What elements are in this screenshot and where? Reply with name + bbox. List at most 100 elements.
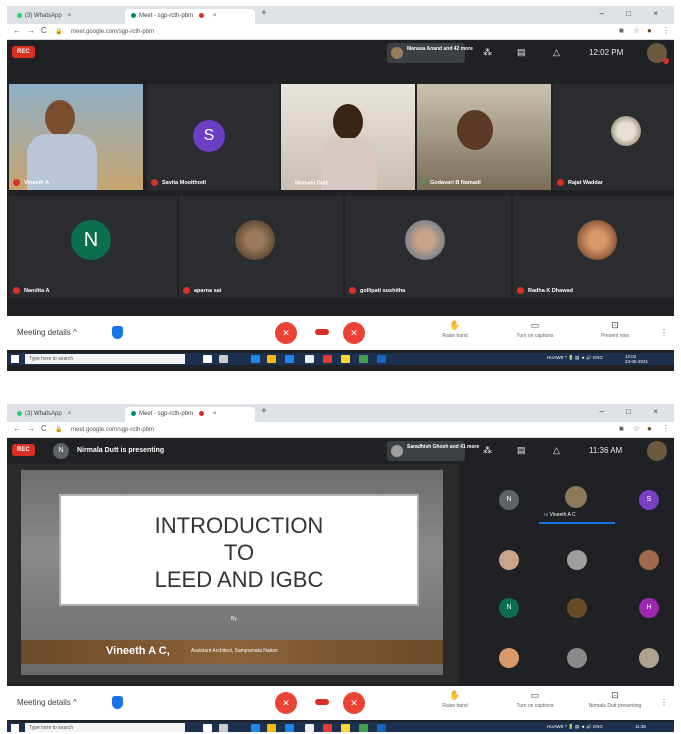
window-controls[interactable]: – □ ×: [600, 9, 668, 18]
avatar[interactable]: [499, 550, 519, 570]
avatar[interactable]: H: [639, 598, 659, 618]
menu-icon[interactable]: ⋮: [662, 424, 670, 433]
participant-tile[interactable]: N Nandita A: [9, 196, 177, 298]
avatar[interactable]: [565, 486, 587, 508]
task-view-icon[interactable]: [219, 355, 228, 363]
system-tray[interactable]: HUAWE ^ 🔋 ▤ ◄ 🔊 ENG: [547, 724, 603, 730]
participant-tile[interactable]: aparna sai: [179, 196, 343, 298]
close-tab-icon[interactable]: ×: [213, 13, 217, 19]
back-icon[interactable]: ←: [13, 424, 21, 433]
chrome-icon[interactable]: [267, 355, 276, 363]
mail-icon[interactable]: [305, 355, 314, 363]
captions-button[interactable]: ▭ Turn on captions: [505, 320, 565, 339]
self-view-avatar[interactable]: [647, 441, 667, 461]
close-tab-icon[interactable]: ×: [68, 411, 72, 417]
profile-avatar[interactable]: ●: [647, 424, 652, 433]
participant-tile[interactable]: ✚ Godavari B Namadi: [417, 84, 551, 190]
close-tab-icon[interactable]: ×: [213, 411, 217, 417]
word-icon[interactable]: [377, 355, 386, 363]
more-options-icon[interactable]: ⋮: [660, 698, 668, 707]
hang-up-button[interactable]: [315, 699, 329, 705]
taskbar-clock[interactable]: 11:36: [635, 724, 646, 729]
cortana-icon[interactable]: [203, 355, 212, 363]
app-icon[interactable]: [359, 355, 368, 363]
taskbar-clock[interactable]: 12:02 23-05-2021: [625, 354, 648, 364]
avatar[interactable]: N: [499, 598, 519, 618]
mic-toggle-button[interactable]: ✕: [275, 322, 297, 344]
meeting-details-button[interactable]: Meeting details ^: [17, 698, 77, 707]
profile-avatar[interactable]: ●: [647, 26, 652, 35]
word-icon[interactable]: [377, 724, 386, 732]
avatar[interactable]: [567, 550, 587, 570]
windows-start-icon[interactable]: [11, 355, 19, 363]
url-input[interactable]: meet.google.com/sgp-rcth-pbm: [67, 26, 567, 38]
mic-toggle-button[interactable]: ✕: [275, 692, 297, 714]
taskbar-search-input[interactable]: Type here to search: [25, 723, 185, 732]
captions-button[interactable]: ▭ Turn on captions: [505, 690, 565, 709]
explorer-icon[interactable]: [341, 724, 350, 732]
mail-icon[interactable]: [305, 724, 314, 732]
present-now-button[interactable]: ⊡ Present now: [585, 320, 645, 339]
avatar[interactable]: N: [499, 490, 519, 510]
host-controls-icon[interactable]: [112, 696, 123, 709]
forward-icon[interactable]: →: [27, 26, 35, 35]
tab-whatsapp[interactable]: (3) WhatsApp ×: [11, 407, 121, 422]
reload-icon[interactable]: C: [41, 424, 47, 433]
avatar[interactable]: [567, 648, 587, 668]
back-icon[interactable]: ←: [13, 26, 21, 35]
meeting-details-button[interactable]: Meeting details ^: [17, 328, 77, 337]
forward-icon[interactable]: →: [27, 424, 35, 433]
chrome-icon[interactable]: [267, 724, 276, 732]
tab-whatsapp[interactable]: (3) WhatsApp ×: [11, 9, 121, 24]
avatar[interactable]: S: [639, 490, 659, 510]
camera-toggle-button[interactable]: ✕: [343, 692, 365, 714]
taskbar-search-input[interactable]: Type here to search: [25, 354, 185, 364]
store-icon[interactable]: [285, 355, 294, 363]
host-controls-icon[interactable]: [112, 326, 123, 339]
system-tray[interactable]: HUAWE ^ 🔋 ▤ ◄ 🔊 ENG: [547, 355, 603, 361]
edge-icon[interactable]: [251, 724, 260, 732]
participant-tile[interactable]: gollipati sushitha: [345, 196, 511, 298]
store-icon[interactable]: [285, 724, 294, 732]
avatar[interactable]: [567, 598, 587, 618]
bookmark-star-icon[interactable]: ☆: [633, 26, 640, 35]
acrobat-icon[interactable]: [323, 724, 332, 732]
app-icon[interactable]: [359, 724, 368, 732]
edge-icon[interactable]: [251, 355, 260, 363]
participant-tile[interactable]: Radha K Dhawad: [513, 196, 674, 298]
url-input[interactable]: meet.google.com/sgp-rcth-pbm: [67, 424, 567, 436]
tab-meet[interactable]: Meet - sgp-rcth-pbm ×: [125, 9, 255, 24]
window-controls[interactable]: – □ ×: [600, 407, 668, 416]
close-tab-icon[interactable]: ×: [68, 13, 72, 19]
camera-icon[interactable]: ■: [619, 26, 624, 35]
chat-icon[interactable]: ▤: [517, 47, 526, 58]
participant-tile[interactable]: Vineeth A: [9, 84, 143, 190]
cortana-icon[interactable]: [203, 724, 212, 732]
raise-hand-button[interactable]: ✋ Raise hand: [425, 690, 485, 709]
explorer-icon[interactable]: [341, 355, 350, 363]
camera-toggle-button[interactable]: ✕: [343, 322, 365, 344]
chat-icon[interactable]: ▤: [517, 445, 526, 456]
new-tab-button[interactable]: +: [261, 406, 267, 417]
camera-icon[interactable]: ■: [619, 424, 624, 433]
participant-tile[interactable]: Rajat Waddar: [553, 84, 674, 190]
tab-meet[interactable]: Meet - sgp-rcth-pbm ×: [125, 407, 255, 422]
participant-tile[interactable]: S Savita Moolthodi: [147, 84, 279, 190]
windows-start-icon[interactable]: [11, 724, 19, 732]
raise-hand-button[interactable]: ✋ Raise hand: [425, 320, 485, 339]
acrobat-icon[interactable]: [323, 355, 332, 363]
task-view-icon[interactable]: [219, 724, 228, 732]
bookmark-star-icon[interactable]: ☆: [633, 424, 640, 433]
avatar[interactable]: [499, 648, 519, 668]
activities-icon[interactable]: △: [553, 445, 560, 456]
participants-icon[interactable]: ⁂: [483, 47, 492, 58]
avatar[interactable]: [639, 550, 659, 570]
new-tab-button[interactable]: +: [261, 8, 267, 19]
menu-icon[interactable]: ⋮: [662, 26, 670, 35]
more-options-icon[interactable]: ⋮: [660, 328, 668, 337]
activities-icon[interactable]: △: [553, 47, 560, 58]
reload-icon[interactable]: C: [41, 26, 47, 35]
hang-up-button[interactable]: [315, 329, 329, 335]
participant-tile[interactable]: ··· Nirmala Dutt: [281, 84, 415, 190]
present-now-button[interactable]: ⊡ Nirmala Dutt presenting: [585, 690, 645, 709]
